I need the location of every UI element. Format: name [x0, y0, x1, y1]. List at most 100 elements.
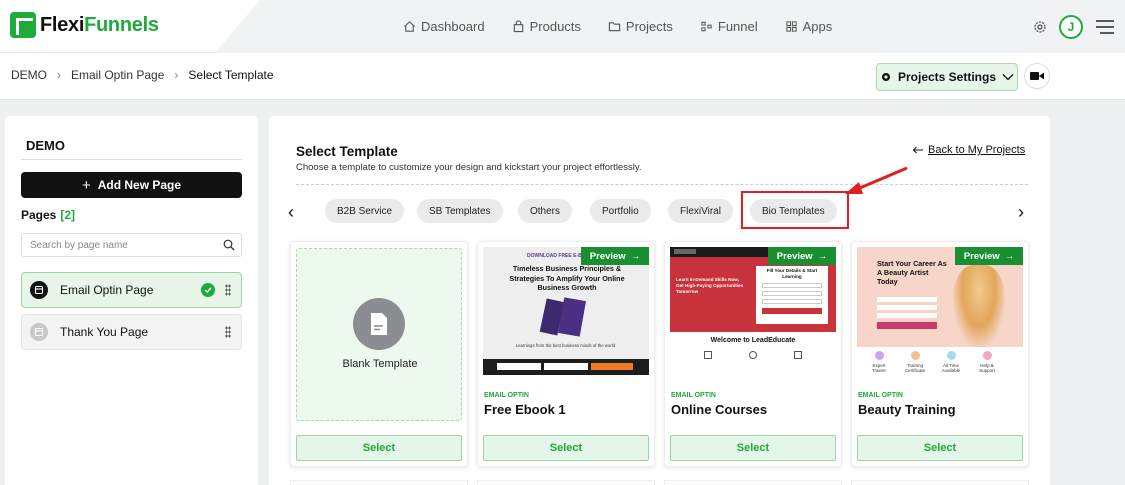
category-filter: ‹ B2B Service SB Templates Others Portfo… — [288, 198, 1033, 226]
bag-icon — [513, 20, 523, 33]
category-portfolio[interactable]: Portfolio — [590, 199, 651, 223]
nav-funnel[interactable]: Funnel — [700, 19, 758, 34]
page-search-input[interactable]: Search by page name — [21, 233, 242, 257]
template-name: Free Ebook 1 — [484, 402, 566, 417]
thumb-brand-logo — [674, 249, 696, 254]
category-b2b-service[interactable]: B2B Service — [325, 199, 405, 223]
chevron-right-icon: › — [57, 68, 61, 82]
thumb-feature-label: Expert Trainer — [871, 363, 887, 373]
thumb-headline: Start Your Career As A Beauty Artist Tod… — [877, 259, 947, 286]
pages-sidebar: DEMO + Add New Page Pages [2] Search by p… — [5, 116, 258, 485]
template-thumbnail[interactable]: Start Your Career As A Beauty Artist Tod… — [857, 247, 1023, 375]
template-card-partial — [851, 480, 1029, 485]
thumb-feature-icon — [983, 351, 992, 360]
thumb-feature-icon — [875, 351, 884, 360]
blank-template-area[interactable]: Blank Template — [296, 248, 462, 421]
select-button[interactable]: Select — [670, 435, 836, 461]
avatar[interactable]: J — [1059, 15, 1083, 39]
template-name: Online Courses — [671, 402, 768, 417]
document-icon — [353, 298, 405, 350]
projects-settings-button[interactable]: Projects Settings — [876, 63, 1018, 91]
main-nav: Dashboard Products Projects Funnel Apps — [403, 19, 832, 34]
breadcrumb-email-optin[interactable]: Email Optin Page — [71, 68, 164, 82]
preview-label: Preview — [589, 250, 626, 262]
home-icon — [404, 21, 415, 32]
template-category: EMAIL OPTIN — [671, 392, 716, 399]
thumb-headline: Timeless Business Principles & Strategie… — [509, 264, 625, 292]
drag-handle-icon[interactable] — [225, 284, 231, 296]
drag-handle-icon[interactable] — [225, 326, 231, 338]
thumb-feature-icon — [794, 351, 802, 359]
select-button[interactable]: Select — [857, 435, 1023, 461]
folder-icon — [608, 22, 621, 32]
divider — [296, 184, 1028, 185]
page-icon — [30, 323, 48, 341]
back-link-label: Back to My Projects — [928, 144, 1026, 156]
breadcrumb-demo[interactable]: DEMO — [11, 68, 47, 82]
brand-suffix: Funnels — [84, 13, 159, 36]
logo-icon — [10, 12, 36, 38]
select-button[interactable]: Select — [483, 435, 649, 461]
preview-button[interactable]: Preview → — [955, 247, 1023, 265]
nav-apps[interactable]: Apps — [785, 19, 833, 34]
template-name: Beauty Training — [858, 402, 956, 417]
thumb-footer: Learnings from the best business minds o… — [515, 343, 617, 348]
thumb-form-button — [762, 308, 822, 314]
template-category: EMAIL OPTIN — [484, 392, 529, 399]
thumb-feature-label: Help & Support — [979, 363, 995, 373]
thumb-welcome: Welcome to LeadEducate — [710, 337, 796, 344]
preview-button[interactable]: Preview → — [581, 247, 649, 265]
add-new-page-button[interactable]: + Add New Page — [21, 172, 242, 198]
category-sb-templates[interactable]: SB Templates — [417, 199, 503, 223]
template-panel: Select Template Choose a template to cus… — [269, 116, 1050, 485]
nav-projects[interactable]: Projects — [608, 19, 673, 34]
arrow-left-icon — [912, 146, 923, 154]
thumb-form-field — [762, 291, 822, 296]
template-card-free-ebook: DOWNLOAD FREE E-BOOK Timeless Business P… — [477, 241, 655, 467]
project-name: DEMO — [26, 138, 65, 153]
nav-products[interactable]: Products — [512, 19, 581, 34]
thumb-form-button — [877, 322, 937, 329]
video-icon — [1030, 72, 1044, 80]
grid-icon — [785, 21, 797, 32]
logo[interactable]: FlexiFunnels — [10, 12, 159, 38]
template-card-blank: Blank Template Select — [290, 241, 468, 467]
thumb-form-button — [591, 363, 633, 370]
chevron-left-icon[interactable]: ‹ — [288, 202, 294, 223]
page-item-thank-you[interactable]: Thank You Page — [21, 314, 242, 350]
preview-button[interactable]: Preview → — [768, 247, 836, 265]
thumb-form-field — [497, 363, 541, 370]
gear-icon[interactable] — [1033, 20, 1047, 34]
header-actions: J — [1033, 15, 1115, 39]
thumb-form-field — [544, 363, 588, 370]
thumb-form-field — [877, 313, 937, 318]
chevron-right-icon[interactable]: › — [1018, 202, 1024, 223]
nav-dashboard[interactable]: Dashboard — [403, 19, 485, 34]
back-to-projects-link[interactable]: Back to My Projects — [912, 144, 1025, 156]
page-item-label: Email Optin Page — [60, 283, 154, 297]
gear-icon — [881, 73, 890, 81]
category-others[interactable]: Others — [518, 199, 573, 223]
nav-label: Dashboard — [421, 19, 485, 34]
page-subtitle: Choose a template to customize your desi… — [296, 162, 642, 173]
breadcrumb-bar: DEMO › Email Optin Page › Select Templat… — [0, 53, 1125, 100]
page-item-email-optin[interactable]: Email Optin Page — [21, 272, 242, 308]
preview-label: Preview — [963, 250, 1000, 262]
select-button[interactable]: Select — [296, 435, 462, 461]
template-thumbnail[interactable]: Learn In-Demand Skills Now, Get High-Pay… — [670, 247, 836, 375]
thumb-form-field — [877, 305, 937, 310]
template-card-online-courses: Learn In-Demand Skills Now, Get High-Pay… — [664, 241, 842, 467]
category-flexiviral[interactable]: FlexiViral — [668, 199, 733, 223]
search-icon — [223, 239, 235, 251]
thumb-feature-icon — [704, 351, 712, 359]
page-item-label: Thank You Page — [60, 325, 149, 339]
top-navbar: FlexiFunnels Dashboard Products Projects… — [0, 0, 1125, 53]
video-tutorial-button[interactable] — [1024, 63, 1050, 89]
template-thumbnail[interactable]: DOWNLOAD FREE E-BOOK Timeless Business P… — [483, 247, 649, 375]
template-category: EMAIL OPTIN — [858, 392, 903, 399]
thumb-form-title: Fill Your Details & Start Learning — [766, 268, 818, 279]
nav-label: Apps — [802, 19, 833, 34]
nav-label: Funnel — [717, 19, 758, 34]
nav-label: Projects — [625, 19, 673, 34]
menu-icon[interactable] — [1095, 19, 1115, 35]
